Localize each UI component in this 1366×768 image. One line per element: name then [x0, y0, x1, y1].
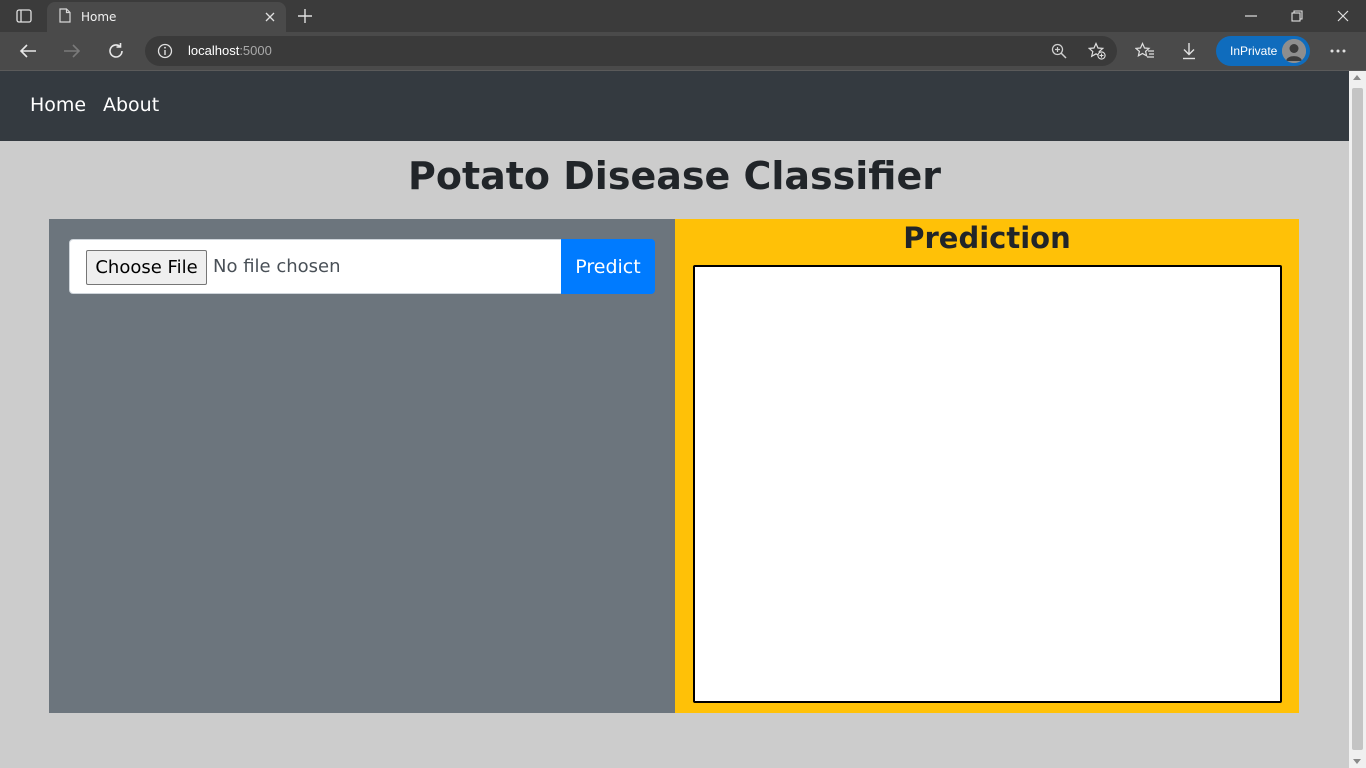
site-navbar: Home About	[0, 71, 1349, 141]
file-status-text: No file chosen	[213, 256, 341, 277]
forward-arrow-icon[interactable]	[59, 39, 85, 63]
more-icon[interactable]	[1327, 40, 1349, 62]
tab-actions-icon[interactable]	[10, 6, 38, 26]
upload-panel: Choose File No file chosen Predict	[49, 219, 675, 713]
browser-tab-home[interactable]: Home	[47, 2, 286, 32]
plus-icon[interactable]	[294, 5, 316, 27]
address-port: :5000	[239, 43, 272, 58]
scroll-down-icon[interactable]	[1353, 759, 1361, 764]
nav-link-about[interactable]: About	[103, 94, 159, 116]
page-title: Potato Disease Classifier	[408, 154, 941, 198]
prediction-output-box	[693, 265, 1282, 703]
nav-link-home[interactable]: Home	[30, 94, 86, 116]
address-host: localhost	[188, 43, 240, 58]
scroll-thumb[interactable]	[1352, 88, 1363, 750]
vertical-scrollbar[interactable]	[1349, 71, 1366, 768]
tab-bar: Home	[0, 0, 1366, 32]
predict-button[interactable]: Predict	[561, 239, 655, 294]
refresh-icon[interactable]	[103, 39, 129, 63]
favorites-icon[interactable]	[1134, 40, 1156, 62]
file-input[interactable]: Choose File No file chosen	[69, 239, 563, 294]
info-icon[interactable]	[157, 43, 173, 59]
prediction-panel: Prediction	[675, 219, 1299, 713]
address-bar[interactable]: localhost:5000	[145, 36, 1117, 66]
window-close-icon[interactable]	[1328, 4, 1358, 28]
scroll-up-icon[interactable]	[1353, 75, 1361, 80]
page-icon	[59, 7, 71, 27]
close-icon[interactable]	[262, 9, 278, 25]
avatar	[1282, 39, 1306, 63]
browser-toolbar: localhost:5000 InPrivate	[0, 32, 1366, 70]
tab-title: Home	[81, 10, 117, 24]
inprivate-label: InPrivate	[1230, 44, 1278, 58]
file-input-group: Choose File No file chosen Predict	[69, 239, 655, 294]
inprivate-badge[interactable]: InPrivate	[1216, 36, 1310, 66]
restore-icon[interactable]	[1282, 4, 1312, 28]
page-viewport: Home About Potato Disease Classifier Cho…	[0, 71, 1349, 768]
star-add-icon[interactable]	[1087, 41, 1107, 61]
address-url: localhost:5000	[188, 43, 272, 58]
back-arrow-icon[interactable]	[15, 39, 41, 63]
zoom-icon[interactable]	[1049, 41, 1069, 61]
prediction-title: Prediction	[903, 221, 1071, 255]
choose-file-button[interactable]: Choose File	[86, 250, 207, 285]
download-icon[interactable]	[1178, 40, 1200, 62]
minimize-icon[interactable]	[1236, 4, 1266, 28]
